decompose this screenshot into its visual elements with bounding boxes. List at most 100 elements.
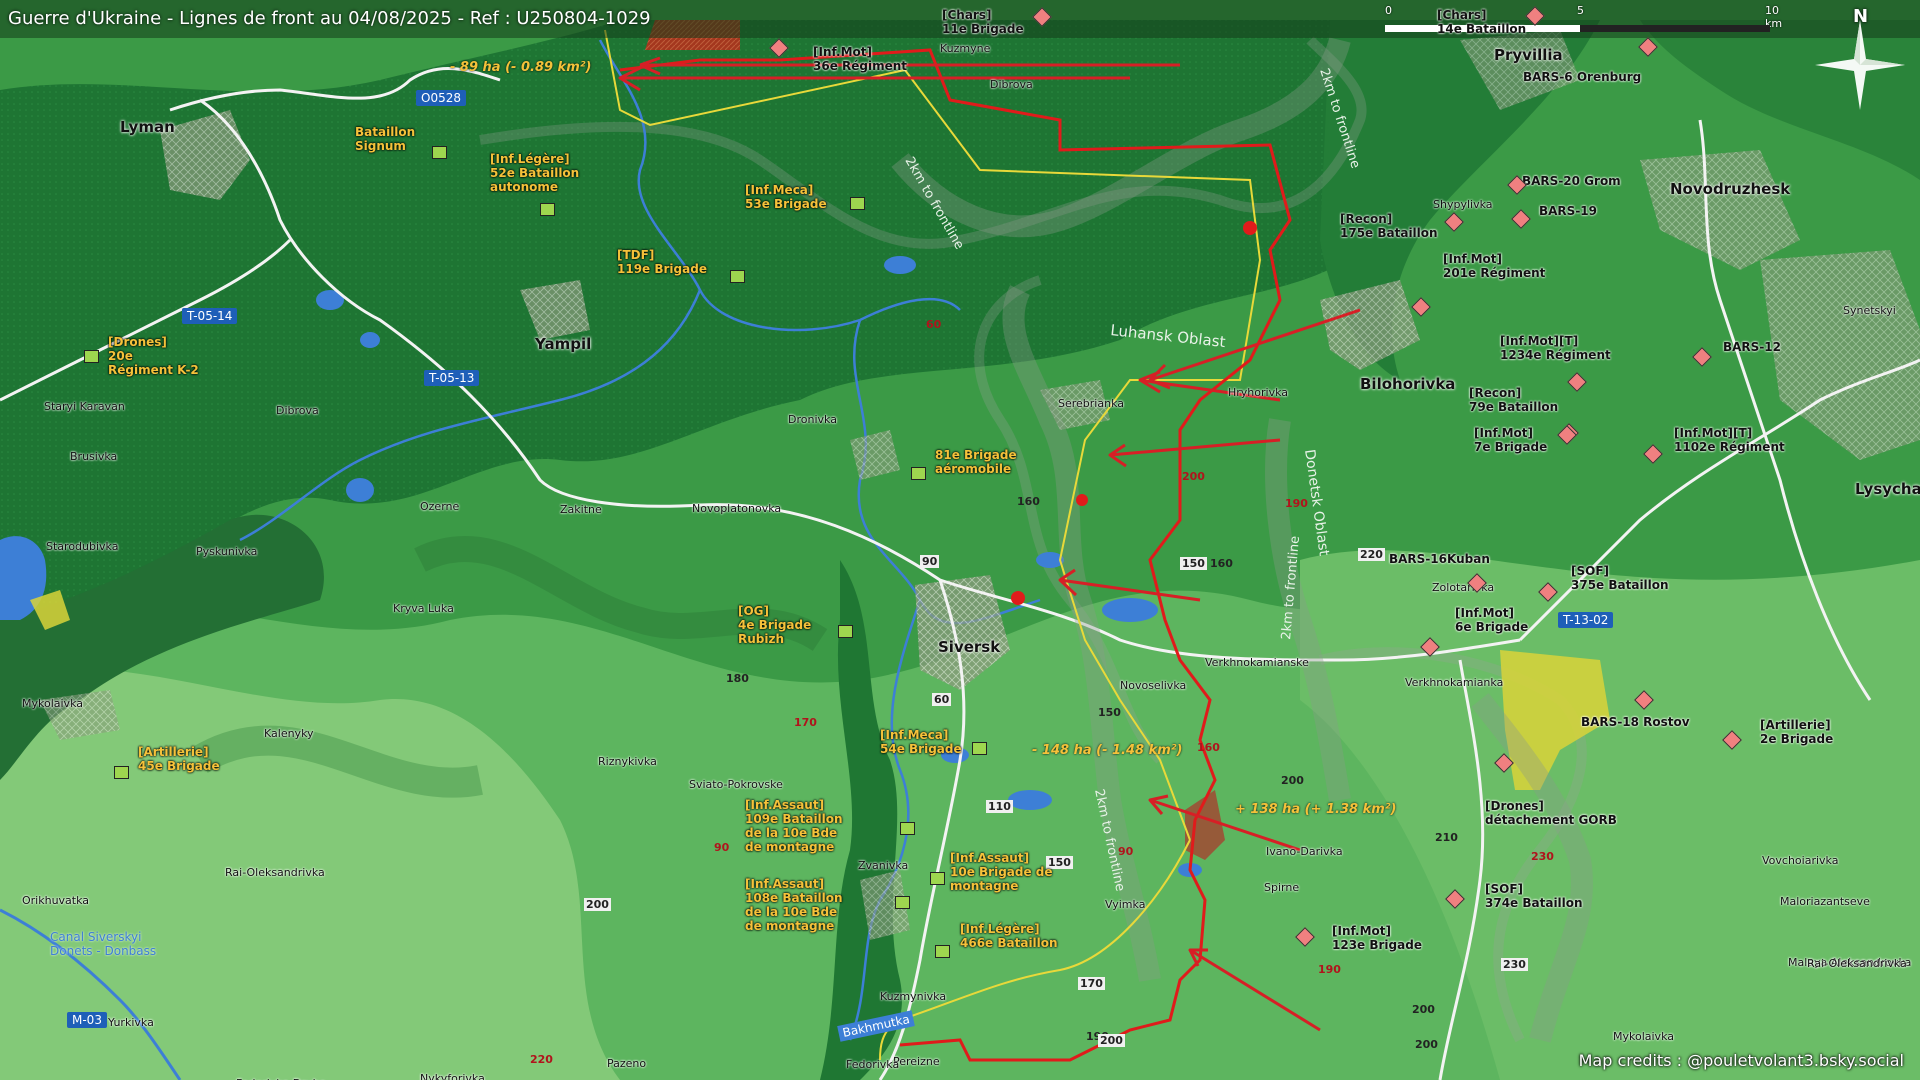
ua-unit-symbol-icon[interactable] bbox=[540, 203, 555, 216]
elevation-label: 200 bbox=[1182, 470, 1205, 483]
ua-unit-label: 81e Brigade aéromobile bbox=[935, 448, 1017, 476]
ru-unit-line: 1234e Régiment bbox=[1500, 348, 1611, 362]
ua-unit-line: 81e Brigade bbox=[935, 448, 1017, 462]
map-stage: { "header": { "title": "Guerre d'Ukraine… bbox=[0, 0, 1920, 1080]
ru-unit-line: [Chars] bbox=[1437, 8, 1487, 22]
elevation-label: 150 bbox=[1098, 706, 1121, 719]
ua-unit-symbol-icon[interactable] bbox=[850, 197, 865, 210]
town-label: Ozerne bbox=[420, 500, 460, 513]
town-label: Zakitne bbox=[560, 503, 602, 516]
ua-unit-line: 119e Brigade bbox=[617, 262, 707, 276]
town-label: Vovchoiarivka bbox=[1762, 854, 1839, 867]
ru-unit-label: [Recon] 175e Bataillon bbox=[1340, 212, 1438, 240]
ru-unit-line: BARS-12 bbox=[1723, 340, 1781, 354]
city-label: Novodruzhesk bbox=[1670, 180, 1791, 198]
map-canvas: Luhansk Oblast Donetsk Oblast 2km to fro… bbox=[0, 0, 1920, 1080]
ua-unit-symbol-icon[interactable] bbox=[730, 270, 745, 283]
town-label: Kuzmyne bbox=[940, 42, 991, 55]
ua-unit-symbol-icon[interactable] bbox=[114, 766, 129, 779]
area-label-gain: + 138 ha (+ 1.38 km²) bbox=[1235, 802, 1397, 817]
elevation-label: 190 bbox=[1318, 963, 1341, 976]
ru-unit-line: 1102e Régiment bbox=[1674, 440, 1785, 454]
ua-unit-line: [Artillerie] bbox=[138, 745, 209, 759]
ru-unit-label: BARS-18 Rostov bbox=[1581, 715, 1690, 729]
ru-unit-line: 6e Brigade bbox=[1455, 620, 1529, 634]
ua-unit-label: [Inf.Meca] 54e Brigade bbox=[880, 728, 962, 756]
town-label: Orikhuvatka bbox=[22, 894, 90, 907]
ua-unit-symbol-icon[interactable] bbox=[838, 625, 853, 638]
ua-unit-line: Signum bbox=[355, 139, 406, 153]
elevation-label: 190 bbox=[1285, 497, 1308, 510]
town-label: Brusivka bbox=[70, 450, 118, 463]
town-label: Staryi Karavan bbox=[44, 400, 125, 413]
ua-unit-symbol-icon[interactable] bbox=[911, 467, 926, 480]
ru-unit-line: [Inf.Mot] bbox=[813, 45, 873, 59]
town-label: Sviato-Pokrovske bbox=[689, 778, 783, 791]
ru-unit-label: [Inf.Mot] 123e Brigade bbox=[1332, 924, 1422, 952]
elevation-label: 230 bbox=[1531, 850, 1554, 863]
road-sign: O0528 bbox=[416, 90, 466, 106]
ru-unit-line: détachement GORB bbox=[1485, 813, 1617, 827]
compass-star-icon bbox=[1815, 20, 1905, 110]
ua-unit-label: [Inf.Assaut] 10e Brigade de montagne bbox=[950, 851, 1053, 893]
ua-unit-label: [TDF] 119e Brigade bbox=[617, 248, 707, 276]
elevation-label: 230 bbox=[1501, 958, 1528, 971]
ru-unit-line: 36e Régiment bbox=[813, 59, 908, 73]
ua-unit-label: [Inf.Assaut] 109e Bataillon de la 10e Bde d… bbox=[745, 798, 843, 854]
elevation-label: 90 bbox=[920, 555, 940, 568]
ua-unit-line: 466e Bataillon bbox=[960, 936, 1058, 950]
town-label: Dibrova bbox=[990, 78, 1033, 91]
elevation-label: 90 bbox=[714, 841, 730, 854]
ru-unit-line: 7e Brigade bbox=[1474, 440, 1548, 454]
town-label: Novoselivka bbox=[1120, 679, 1187, 692]
ua-unit-label: [Inf.Légère] 466e Bataillon bbox=[960, 922, 1058, 950]
ru-unit-label: [Inf.Mot][T] 1234e Régiment bbox=[1500, 334, 1611, 362]
town-label: Shypylivka bbox=[1433, 198, 1493, 211]
map-title: Guerre d'Ukraine - Lignes de front au 04… bbox=[8, 8, 651, 29]
ru-unit-line: [Inf.Mot][T] bbox=[1500, 334, 1579, 348]
ru-unit-label: BARS-16Kuban bbox=[1389, 552, 1490, 566]
ru-unit-line: BARS-16Kuban bbox=[1389, 552, 1490, 566]
ua-unit-symbol-icon[interactable] bbox=[930, 872, 945, 885]
ru-unit-line: 374e Bataillon bbox=[1485, 896, 1583, 910]
elevation-label: 200 bbox=[584, 898, 611, 911]
ru-unit-label: [Inf.Mot] 7e Brigade bbox=[1474, 426, 1547, 454]
road-sign: M-03 bbox=[67, 1012, 107, 1028]
ru-unit-line: [Inf.Mot] bbox=[1455, 606, 1515, 620]
ru-unit-line: BARS-18 Rostov bbox=[1581, 715, 1690, 729]
ua-unit-line: [Inf.Meca] bbox=[745, 183, 814, 197]
ua-unit-line: de la 10e Bde bbox=[745, 826, 838, 840]
town-label: Rai-Oleksandrivka bbox=[1807, 957, 1907, 970]
ua-unit-line: [Inf.Assaut] bbox=[745, 798, 825, 812]
ru-unit-label: [SOF] 375e Bataillon bbox=[1571, 564, 1669, 592]
area-label-north: - 89 ha (- 0.89 km²) bbox=[450, 60, 592, 75]
ru-unit-label: [Recon] 79e Bataillon bbox=[1469, 386, 1558, 414]
city-label: Yampil bbox=[535, 335, 592, 353]
ua-unit-symbol-icon[interactable] bbox=[935, 945, 950, 958]
ua-unit-line: Rubizh bbox=[738, 632, 785, 646]
compass-rose: N bbox=[1815, 6, 1905, 110]
road-sign: T-05-14 bbox=[182, 308, 238, 324]
area-label-center: - 148 ha (- 1.48 km²) bbox=[1032, 743, 1183, 758]
ua-unit-line: 109e Bataillon bbox=[745, 812, 843, 826]
town-label: Zvanivka bbox=[858, 859, 909, 872]
ru-unit-line: 2e Brigade bbox=[1760, 732, 1834, 746]
elevation-label: 60 bbox=[932, 693, 952, 706]
ua-unit-symbol-icon[interactable] bbox=[900, 822, 915, 835]
ua-unit-line: [Inf.Légère] bbox=[490, 152, 570, 166]
ua-unit-symbol-icon[interactable] bbox=[895, 896, 910, 909]
ru-unit-label: [Artillerie] 2e Brigade bbox=[1760, 718, 1833, 746]
town-label: Ivano-Darivka bbox=[1266, 845, 1343, 858]
ua-unit-line: montagne bbox=[950, 879, 1019, 893]
ua-unit-line: [Inf.Assaut] bbox=[950, 851, 1030, 865]
ua-unit-symbol-icon[interactable] bbox=[84, 350, 99, 363]
ru-unit-line: [Artillerie] bbox=[1760, 718, 1831, 732]
ua-unit-line: de la 10e Bde bbox=[745, 905, 838, 919]
ua-unit-symbol-icon[interactable] bbox=[432, 146, 447, 159]
ru-unit-label: BARS-6 Orenburg bbox=[1523, 70, 1641, 84]
ua-unit-line: [TDF] bbox=[617, 248, 655, 262]
ua-unit-line: [Inf.Meca] bbox=[880, 728, 949, 742]
ua-unit-symbol-icon[interactable] bbox=[972, 742, 987, 755]
ua-unit-label: [Artillerie] 45e Brigade bbox=[138, 745, 220, 773]
town-label: Hryhorivka bbox=[1228, 386, 1289, 399]
